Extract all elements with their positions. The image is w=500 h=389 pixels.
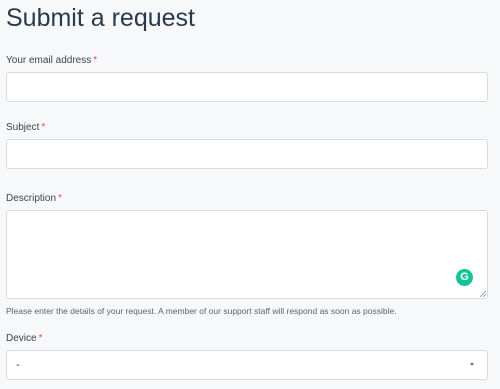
email-label-text: Your email address bbox=[6, 55, 92, 66]
description-field-group: Description * G Please enter the details … bbox=[6, 192, 494, 317]
email-field-group: Your email address * bbox=[6, 54, 494, 102]
required-asterisk: * bbox=[41, 122, 46, 133]
subject-field-group: Subject * bbox=[6, 121, 494, 169]
required-asterisk: * bbox=[38, 333, 43, 344]
device-selected-value: - bbox=[16, 359, 20, 371]
subject-label-text: Subject bbox=[6, 122, 40, 133]
device-select[interactable]: - bbox=[6, 350, 488, 380]
required-asterisk: * bbox=[93, 55, 98, 66]
request-page: Submit a request Your email address * Sub… bbox=[0, 0, 500, 389]
grammarly-icon[interactable]: G bbox=[456, 269, 473, 286]
device-label-text: Device bbox=[6, 333, 37, 344]
description-label: Description * bbox=[6, 192, 494, 206]
description-wrapper: G bbox=[6, 210, 488, 299]
subject-label: Subject * bbox=[6, 121, 494, 135]
subject-field[interactable] bbox=[6, 139, 488, 169]
email-field[interactable] bbox=[6, 72, 488, 102]
device-field-group: Device * - bbox=[6, 332, 494, 380]
description-label-text: Description bbox=[6, 193, 57, 204]
description-hint: Please enter the details of your request… bbox=[6, 306, 397, 316]
page-title: Submit a request bbox=[6, 4, 195, 32]
chevron-down-icon bbox=[470, 363, 474, 366]
required-asterisk: * bbox=[58, 193, 62, 204]
device-label: Device * bbox=[6, 332, 494, 346]
description-textarea[interactable] bbox=[6, 210, 488, 299]
email-label: Your email address * bbox=[6, 54, 494, 68]
resize-handle-icon[interactable] bbox=[480, 291, 486, 297]
